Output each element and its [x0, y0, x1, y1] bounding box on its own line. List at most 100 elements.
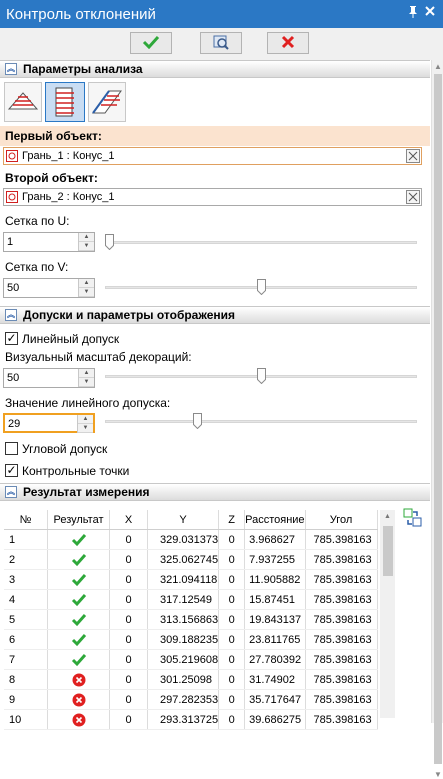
- row-number: 2: [4, 549, 48, 570]
- table-row[interactable]: 3 0 321.094118 0 11.905882 785.398163: [4, 569, 378, 590]
- grid-u-slider[interactable]: [105, 232, 417, 252]
- export-results-button[interactable]: [403, 508, 423, 528]
- slider-thumb[interactable]: [257, 279, 266, 295]
- grid-u-value[interactable]: 1: [7, 236, 13, 248]
- spin-down-icon[interactable]: ▼: [78, 424, 93, 433]
- table-row[interactable]: 7 0 305.219608 0 27.780392 785.398163: [4, 649, 378, 670]
- angular-tolerance-checkbox[interactable]: [5, 442, 18, 455]
- distance-cell: 11.905882: [244, 569, 306, 590]
- preview-button[interactable]: [200, 32, 242, 54]
- second-object-field[interactable]: Грань_2 : Конус_1: [3, 188, 422, 206]
- results-section-header[interactable]: ︽ Результат измерения: [0, 483, 430, 501]
- scale-value[interactable]: 50: [7, 372, 19, 384]
- collapse-icon[interactable]: ︽: [5, 486, 17, 498]
- ok-check-icon: [71, 613, 87, 626]
- distance-cell: 7.937255: [244, 549, 306, 570]
- x-cell: 0: [109, 709, 148, 730]
- table-row[interactable]: 4 0 317.12549 0 15.87451 785.398163: [4, 589, 378, 610]
- column-header[interactable]: Z: [218, 510, 246, 530]
- control-points-checkbox[interactable]: ✓: [5, 464, 18, 477]
- table-row[interactable]: 6 0 309.188235 0 23.811765 785.398163: [4, 629, 378, 650]
- spin-up-icon[interactable]: ▲: [79, 369, 94, 378]
- scale-slider[interactable]: [105, 366, 417, 386]
- grid-u-spinbox[interactable]: 1 ▲ ▼: [3, 232, 95, 252]
- mode-button-surface[interactable]: [45, 82, 85, 122]
- slider-thumb[interactable]: [193, 413, 202, 429]
- section-title: Параметры анализа: [23, 62, 143, 76]
- slider-thumb[interactable]: [257, 368, 266, 384]
- ok-check-icon: [71, 533, 87, 546]
- linear-value-slider[interactable]: [105, 411, 417, 431]
- close-icon[interactable]: [424, 5, 436, 20]
- scroll-up-icon[interactable]: ▲: [434, 62, 442, 71]
- clear-icon[interactable]: [406, 190, 420, 204]
- table-row[interactable]: 5 0 313.156863 0 19.843137 785.398163: [4, 609, 378, 630]
- angle-cell: 785.398163: [305, 569, 378, 590]
- face-icon: [6, 191, 18, 203]
- table-row[interactable]: 10 0 293.313725 0 39.686275 785.398163: [4, 709, 378, 730]
- scale-spinbox[interactable]: 50 ▲ ▼: [3, 368, 95, 388]
- angle-cell: 785.398163: [305, 549, 378, 570]
- grid-v-value[interactable]: 50: [7, 282, 19, 294]
- panel-scrollbar[interactable]: ▲ ▼: [431, 60, 443, 779]
- grid-v-slider[interactable]: [105, 277, 417, 297]
- angle-cell: 785.398163: [305, 649, 378, 670]
- angle-cell: 785.398163: [305, 709, 378, 730]
- analysis-section-header[interactable]: ︽ Параметры анализа: [0, 60, 430, 78]
- results-table: № Результат X Y Z Расстояние Угол 1 0 329.…: [4, 510, 378, 730]
- spin-down-icon[interactable]: ▼: [79, 242, 94, 251]
- angle-cell: 785.398163: [305, 609, 378, 630]
- cancel-button[interactable]: [267, 32, 309, 54]
- slider-thumb[interactable]: [105, 234, 114, 250]
- collapse-icon[interactable]: ︽: [5, 63, 17, 75]
- clear-icon[interactable]: [406, 149, 420, 163]
- spin-up-icon[interactable]: ▲: [79, 279, 94, 288]
- scroll-up-icon[interactable]: ▲: [384, 513, 391, 520]
- scroll-down-icon[interactable]: ▼: [434, 770, 442, 779]
- ok-check-icon: [71, 593, 87, 606]
- z-cell: 0: [218, 649, 246, 670]
- collapse-icon[interactable]: ︽: [5, 309, 17, 321]
- linear-value[interactable]: 29: [8, 418, 20, 430]
- table-row[interactable]: 1 0 329.031373 0 3.968627 785.398163: [4, 529, 378, 550]
- row-number: 9: [4, 689, 48, 710]
- spin-up-icon[interactable]: ▲: [78, 415, 93, 424]
- row-number: 1: [4, 529, 48, 550]
- column-header[interactable]: №: [4, 510, 48, 530]
- result-cell: [47, 569, 110, 590]
- ok-button[interactable]: [130, 32, 172, 54]
- row-number: 4: [4, 589, 48, 610]
- control-points-label: Контрольные точки: [22, 464, 130, 478]
- column-header[interactable]: Расстояние: [244, 510, 306, 530]
- pin-icon[interactable]: [407, 5, 419, 22]
- spin-up-icon[interactable]: ▲: [79, 233, 94, 242]
- linear-tolerance-label: Линейный допуск: [22, 332, 120, 346]
- linear-tolerance-checkbox[interactable]: ✓: [5, 332, 18, 345]
- table-row[interactable]: 9 0 297.282353 0 35.717647 785.398163: [4, 689, 378, 710]
- column-header[interactable]: Угол: [305, 510, 378, 530]
- linear-value-spinbox[interactable]: 29 ▲ ▼: [3, 413, 95, 433]
- scrollbar-thumb[interactable]: [434, 74, 442, 764]
- table-row[interactable]: 8 0 301.25098 0 31.74902 785.398163: [4, 669, 378, 690]
- x-cell: 0: [109, 669, 148, 690]
- distance-cell: 27.780392: [244, 649, 306, 670]
- y-cell: 325.062745: [147, 549, 220, 570]
- column-header[interactable]: X: [109, 510, 148, 530]
- mode-button-curve[interactable]: [88, 82, 126, 122]
- spin-down-icon[interactable]: ▼: [79, 288, 94, 297]
- column-header[interactable]: Результат: [47, 510, 110, 530]
- first-object-field[interactable]: Грань_1 : Конус_1: [3, 147, 422, 165]
- table-scrollbar[interactable]: ▲: [380, 510, 395, 718]
- spin-down-icon[interactable]: ▼: [79, 378, 94, 387]
- column-header[interactable]: Y: [147, 510, 220, 530]
- result-cell: [47, 549, 110, 570]
- grid-v-spinbox[interactable]: 50 ▲ ▼: [3, 278, 95, 298]
- scrollbar-thumb[interactable]: [383, 526, 393, 576]
- section-title: Результат измерения: [23, 485, 150, 499]
- mode-button-plane[interactable]: [4, 82, 42, 122]
- first-object-label: Первый объект:: [5, 129, 102, 143]
- y-cell: 329.031373: [147, 529, 220, 550]
- distance-cell: 31.74902: [244, 669, 306, 690]
- tolerances-section-header[interactable]: ︽ Допуски и параметры отображения: [0, 306, 430, 324]
- table-row[interactable]: 2 0 325.062745 0 7.937255 785.398163: [4, 549, 378, 570]
